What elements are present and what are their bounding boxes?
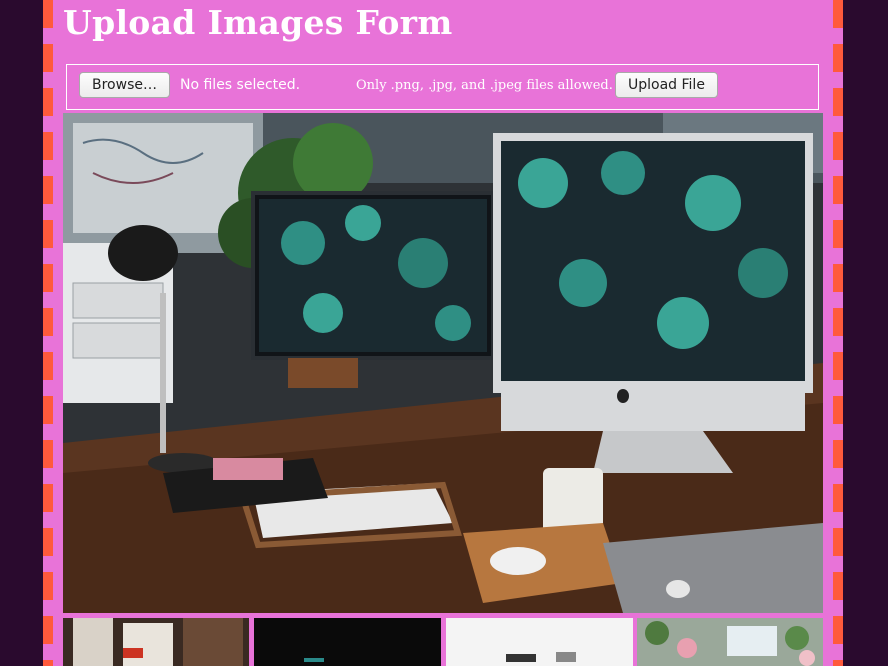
upload-form: Browse… No files selected. Only .png, .j… [66, 64, 819, 110]
browse-button[interactable]: Browse… [79, 72, 170, 98]
thumbnail-dark-image [254, 618, 441, 666]
upload-file-button[interactable]: Upload File [615, 72, 718, 98]
form-panel: Upload Images Form Browse… No files sele… [53, 0, 833, 666]
page-title: Upload Images Form [63, 3, 453, 42]
thumbnail-strip [63, 618, 823, 666]
desk-photo-illustration [63, 113, 823, 613]
main-image [63, 113, 823, 613]
right-border-decoration [833, 0, 843, 666]
left-border-decoration [43, 0, 53, 666]
allowed-types-note: Only .png, .jpg, and .jpeg files allowed… [356, 78, 613, 93]
thumbnail-white-desk[interactable] [446, 618, 633, 666]
thumbnail-white-image [446, 618, 633, 666]
thumbnail-dark-photo[interactable] [254, 618, 441, 666]
file-status-text: No files selected. [180, 77, 301, 93]
thumbnail-flowers-table[interactable] [637, 618, 823, 666]
thumbnail-flowers-image [637, 618, 823, 666]
thumbnail-office-image [63, 618, 249, 666]
thumbnail-office-interior[interactable] [63, 618, 249, 666]
